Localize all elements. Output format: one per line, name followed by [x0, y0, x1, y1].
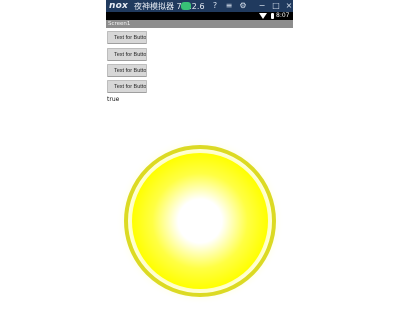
- wifi-icon: [259, 13, 267, 19]
- android-status-bar: 8:07: [106, 12, 293, 20]
- gear-icon[interactable]: ⚙: [238, 1, 248, 11]
- help-icon[interactable]: ?: [210, 1, 220, 11]
- close-icon[interactable]: ×: [284, 1, 294, 11]
- button-1[interactable]: Text for Button1: [107, 31, 147, 44]
- menu-icon[interactable]: ≡: [224, 1, 234, 11]
- status-label: true: [107, 96, 120, 103]
- button-3[interactable]: Text for Button1: [107, 64, 147, 77]
- battery-icon: [271, 13, 274, 19]
- status-time: 8:07: [276, 12, 290, 19]
- emulator-title: 夜神模拟器 7.0.2.6: [134, 2, 205, 11]
- app-title-bar: Screen1: [106, 20, 293, 28]
- button-4[interactable]: Text for Button1: [107, 80, 147, 93]
- button-2[interactable]: Text for Button1: [107, 48, 147, 61]
- screenshot-stage: nox 夜神模拟器 7.0.2.6 ? ≡ ⚙ − □ × 8:07 Scree…: [0, 0, 400, 305]
- app-content: Text for Button1 Text for Button1 Text f…: [106, 28, 293, 305]
- minimize-icon[interactable]: −: [257, 1, 267, 11]
- inner-core: [132, 153, 268, 289]
- controller-icon: [181, 2, 191, 10]
- screen-title: Screen1: [108, 21, 131, 27]
- nox-logo: nox: [109, 1, 128, 11]
- glow-ball: [116, 137, 284, 305]
- maximize-icon[interactable]: □: [271, 1, 281, 11]
- emulator-titlebar: nox 夜神模拟器 7.0.2.6 ? ≡ ⚙ − □ ×: [106, 0, 293, 12]
